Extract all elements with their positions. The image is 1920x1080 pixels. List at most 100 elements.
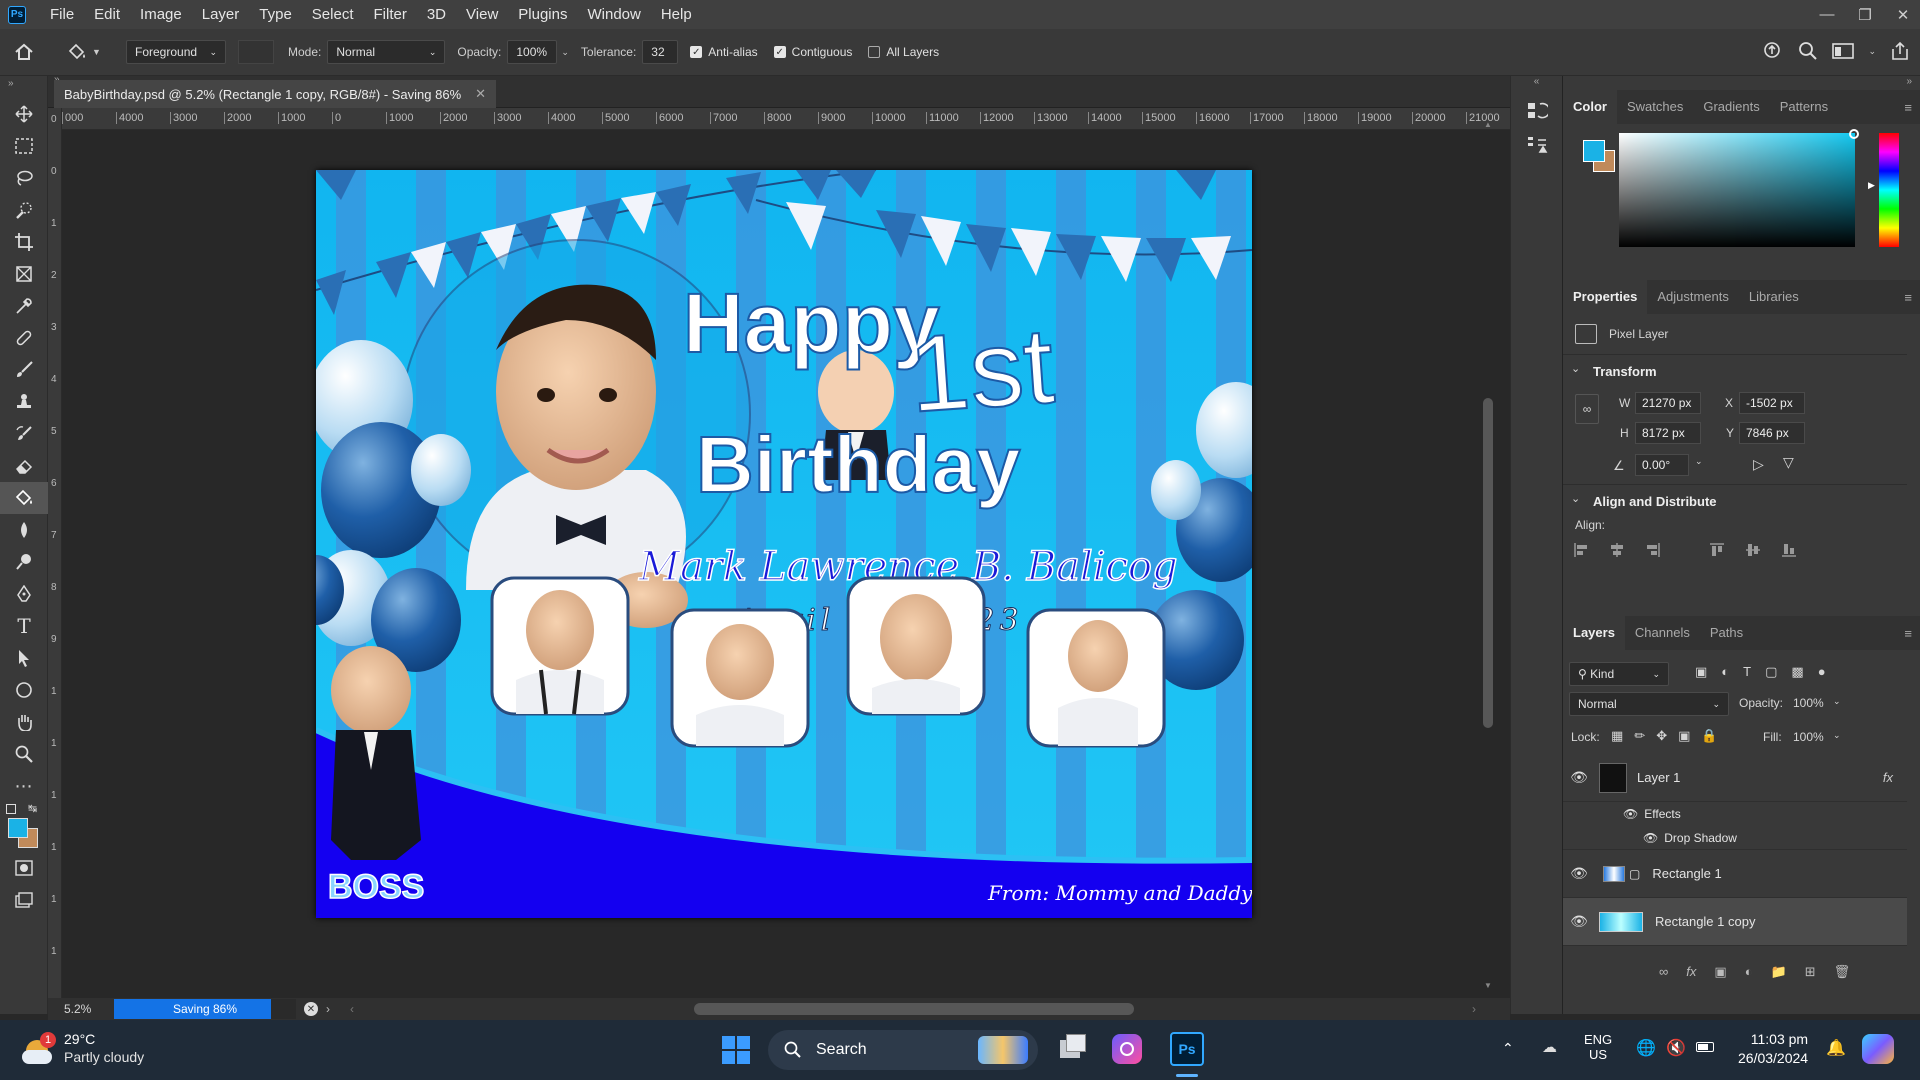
align-center-icon[interactable] [1609, 542, 1625, 558]
tab-gradients[interactable]: Gradients [1693, 90, 1769, 124]
vertical-scroll-thumb[interactable] [1483, 398, 1493, 728]
visibility-eye-icon[interactable]: 👁 [1563, 913, 1595, 930]
tab-libraries[interactable]: Libraries [1739, 280, 1809, 314]
taskbar-search[interactable]: Search [768, 1030, 1038, 1070]
add-style-icon[interactable]: fx [1686, 964, 1696, 980]
hand-tool-icon[interactable] [0, 706, 48, 738]
menu-layer[interactable]: Layer [192, 0, 250, 29]
healing-brush-tool-icon[interactable] [0, 322, 48, 354]
scroll-right-icon[interactable]: › [1472, 1002, 1476, 1016]
layer-effects-row[interactable]: 👁 Effects [1563, 802, 1907, 826]
show-hidden-icons[interactable]: ⌃ [1502, 1040, 1514, 1057]
clone-stamp-tool-icon[interactable] [0, 386, 48, 418]
volume-muted-icon[interactable]: 🔇 [1666, 1038, 1686, 1058]
align-top-icon[interactable] [1709, 542, 1725, 558]
effects-eye-icon[interactable]: 👁 [1623, 807, 1638, 821]
collapse-toolbar-icon[interactable]: » [0, 76, 47, 98]
menu-help[interactable]: Help [651, 0, 702, 29]
link-layers-icon[interactable]: ∞ [1659, 964, 1668, 980]
pattern-picker[interactable] [238, 40, 274, 64]
flip-horizontal-icon[interactable]: ▷ [1753, 456, 1764, 473]
frame-tool-icon[interactable] [0, 258, 48, 290]
x-field[interactable]: -1502 px [1739, 392, 1805, 414]
language-indicator[interactable]: ENG US [1584, 1032, 1612, 1062]
quick-selection-tool-icon[interactable] [0, 194, 48, 226]
all-layers-checkbox[interactable]: All Layers [868, 45, 939, 59]
workspace-icon[interactable] [1832, 42, 1855, 60]
panel-menu-icon[interactable]: ≡ [1904, 626, 1912, 641]
tab-swatches[interactable]: Swatches [1617, 90, 1693, 124]
eraser-tool-icon[interactable] [0, 450, 48, 482]
collapse-strip-icon[interactable]: « [1511, 76, 1562, 96]
zoom-tool-icon[interactable] [0, 738, 48, 770]
tab-layers[interactable]: Layers [1563, 616, 1625, 650]
crop-tool-icon[interactable] [0, 226, 48, 258]
align-chevron-icon[interactable]: ⌄ [1571, 492, 1580, 505]
tab-adjustments[interactable]: Adjustments [1647, 280, 1739, 314]
opacity-input[interactable]: 100% [507, 40, 558, 64]
weather-icon[interactable]: 1 [22, 1032, 56, 1066]
type-tool-icon[interactable]: T [0, 610, 48, 642]
saturation-field[interactable] [1619, 129, 1859, 247]
menu-plugins[interactable]: Plugins [508, 0, 577, 29]
lock-artboard-icon[interactable]: ▣ [1678, 728, 1690, 744]
menu-select[interactable]: Select [302, 0, 364, 29]
visibility-eye-icon[interactable]: 👁 [1563, 865, 1595, 882]
close-tab-icon[interactable]: ✕ [475, 86, 486, 102]
document-tab[interactable]: BabyBirthday.psd @ 5.2% (Rectangle 1 cop… [54, 80, 497, 108]
brush-tool-icon[interactable] [0, 354, 48, 386]
hue-pointer-icon[interactable]: ▶ [1868, 180, 1875, 191]
foreground-swatch[interactable] [1583, 140, 1605, 162]
opacity-chevron-icon[interactable]: ⌄ [561, 47, 569, 58]
menu-edit[interactable]: Edit [84, 0, 130, 29]
vertical-scrollbar[interactable]: ▲ ▼ [1482, 120, 1494, 990]
workspace-chevron-icon[interactable]: ⌄ [1868, 46, 1876, 57]
align-bottom-icon[interactable] [1781, 542, 1797, 558]
home-icon[interactable] [0, 42, 48, 62]
blend-mode-dropdown[interactable]: Normal ⌄ [1569, 692, 1729, 716]
align-middle-icon[interactable] [1745, 542, 1761, 558]
properties-panel-icon[interactable] [1511, 134, 1562, 156]
layer-fx-icon[interactable]: fx [1883, 770, 1893, 785]
flip-vertical-icon[interactable]: ▽ [1783, 454, 1794, 471]
lock-pixels-icon[interactable]: ✏ [1634, 728, 1645, 744]
tab-channels[interactable]: Channels [1625, 616, 1700, 650]
angle-field[interactable]: 0.00° [1635, 454, 1689, 476]
menu-image[interactable]: Image [130, 0, 192, 29]
mode-dropdown[interactable]: Normal ⌄ [327, 40, 446, 64]
contiguous-checkbox[interactable]: ✓ Contiguous [773, 45, 852, 59]
layer-row-layer-1[interactable]: 👁 Layer 1 fx [1563, 754, 1907, 802]
width-field[interactable]: 21270 px [1635, 392, 1701, 414]
fill-source-dropdown[interactable]: Foreground ⌄ [126, 40, 226, 64]
lock-position-icon[interactable]: ✥ [1656, 728, 1667, 744]
panel-menu-icon[interactable]: ≡ [1904, 100, 1912, 115]
tolerance-input[interactable]: 32 [642, 40, 679, 64]
layer-filter-kind[interactable]: ⚲ Kind ⌄ [1569, 662, 1669, 686]
angle-chevron-icon[interactable]: ⌄ [1695, 456, 1703, 467]
marquee-tool-icon[interactable] [0, 130, 48, 162]
notification-bell-icon[interactable]: 🔔 [1826, 1038, 1846, 1058]
history-brush-tool-icon[interactable] [0, 418, 48, 450]
scroll-left-icon[interactable]: ‹ [350, 1002, 354, 1016]
visibility-eye-icon[interactable]: 👁 [1563, 769, 1595, 786]
menu-filter[interactable]: Filter [364, 0, 417, 29]
restore-icon[interactable]: ❐ [1848, 0, 1882, 29]
horizontal-scroll-thumb[interactable] [694, 1003, 1134, 1015]
app-icon-photoshop[interactable]: Ps [1170, 1032, 1204, 1066]
filter-toggle-icon[interactable]: ● [1818, 664, 1826, 680]
scroll-down-icon[interactable]: ▼ [1484, 981, 1492, 990]
screen-mode-icon[interactable] [0, 884, 48, 916]
align-right-icon[interactable] [1645, 542, 1661, 558]
tab-patterns[interactable]: Patterns [1770, 90, 1838, 124]
collapse-right-panels-icon[interactable]: » [1563, 76, 1920, 90]
anti-alias-checkbox[interactable]: ✓ Anti-alias [690, 45, 758, 59]
lock-all-icon[interactable]: 🔒 [1701, 728, 1717, 744]
filter-pixel-icon[interactable]: ▣ [1695, 664, 1707, 680]
foreground-color-swatch[interactable] [8, 818, 28, 838]
close-icon[interactable]: ✕ [1886, 0, 1920, 29]
layer-row-rectangle-1[interactable]: 👁 ▢ Rectangle 1 [1563, 850, 1907, 898]
cancel-save-icon[interactable]: ✕ [304, 1002, 318, 1016]
layer-row-rectangle-1-copy[interactable]: 👁 Rectangle 1 copy [1563, 898, 1907, 946]
swap-colors-icon[interactable]: ↹ [28, 802, 37, 815]
panel-menu-icon[interactable]: ≡ [1904, 290, 1912, 305]
